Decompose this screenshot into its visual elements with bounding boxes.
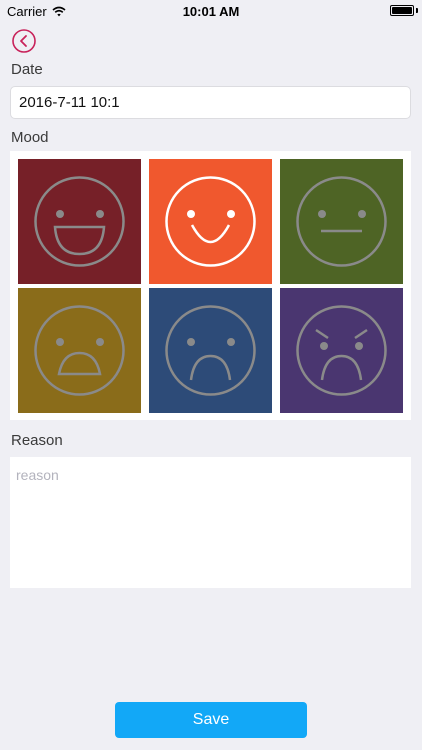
mood-tile-shocked[interactable] bbox=[18, 288, 141, 413]
date-field[interactable]: 2016-7-11 10:1 bbox=[10, 86, 411, 119]
mood-tile-sad[interactable] bbox=[149, 288, 272, 413]
date-label: Date bbox=[11, 61, 43, 78]
mood-grid bbox=[10, 151, 411, 420]
status-bar: Carrier 10:01 AM bbox=[0, 0, 422, 22]
save-button[interactable]: Save bbox=[115, 702, 307, 738]
mood-tile-very-happy[interactable] bbox=[18, 159, 141, 284]
chevron-left-circle-icon bbox=[12, 29, 36, 53]
sad-face-icon bbox=[149, 288, 272, 413]
neutral-face-icon bbox=[280, 159, 403, 284]
laughing-face-icon bbox=[18, 159, 141, 284]
back-button[interactable] bbox=[11, 28, 37, 54]
frowning-open-mouth-face-icon bbox=[18, 288, 141, 413]
mood-tile-neutral[interactable] bbox=[280, 159, 403, 284]
smiling-face-icon bbox=[149, 159, 272, 284]
reason-label: Reason bbox=[11, 432, 63, 449]
battery-icon bbox=[390, 5, 414, 16]
reason-input[interactable] bbox=[10, 457, 411, 588]
mood-tile-happy[interactable] bbox=[149, 159, 272, 284]
mood-label: Mood bbox=[11, 129, 49, 146]
battery-tip bbox=[416, 8, 418, 13]
status-time: 10:01 AM bbox=[182, 4, 240, 19]
angry-face-icon bbox=[280, 288, 403, 413]
mood-tile-angry[interactable] bbox=[280, 288, 403, 413]
